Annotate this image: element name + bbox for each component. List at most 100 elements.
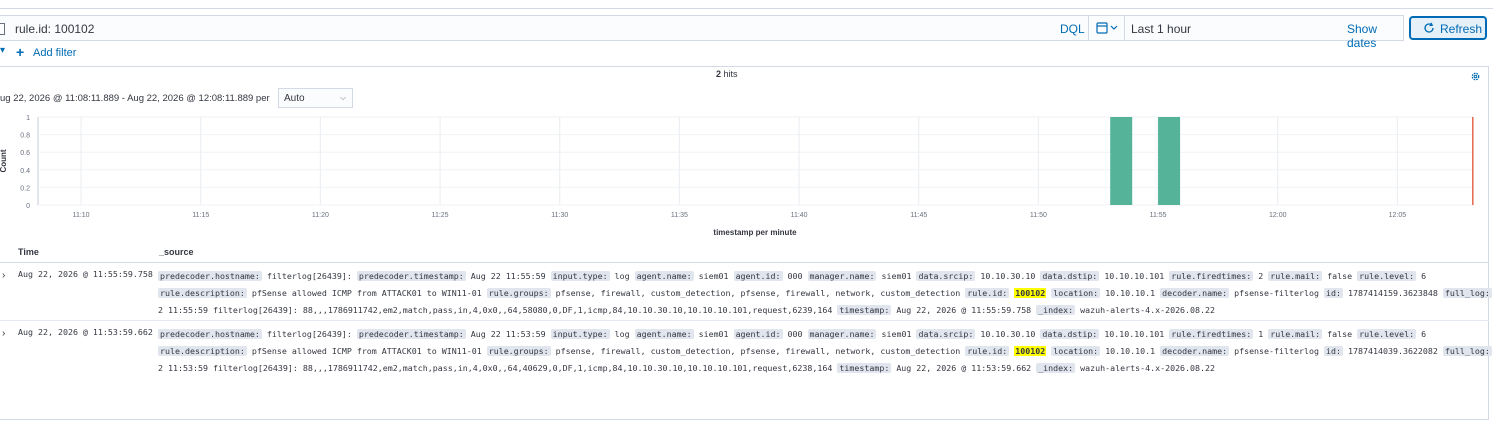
source-line: rule.description: pfSense allowed ICMP f… xyxy=(158,285,1492,302)
x-tick-label: 11:20 xyxy=(312,212,329,219)
top-strip xyxy=(0,0,1493,9)
refresh-icon xyxy=(1423,22,1435,37)
column-header-source[interactable]: _source xyxy=(159,247,194,257)
field-value: 1787414039.3622082 xyxy=(1348,346,1438,356)
field-key: predecoder.timestamp: xyxy=(356,271,466,281)
field-key: agent.name: xyxy=(634,271,694,281)
hits-label: hits xyxy=(723,69,738,79)
source-line: predecoder.hostname: filterlog[26439]: p… xyxy=(158,268,1488,285)
search-input[interactable]: rule.id: 100102 xyxy=(15,22,94,36)
field-key: rule.firedtimes: xyxy=(1169,271,1254,281)
field-key: manager.name: xyxy=(807,329,877,339)
field-key: timestamp: xyxy=(837,305,892,315)
expand-row-icon[interactable]: › xyxy=(2,328,5,339)
interval-value: Auto xyxy=(284,93,305,104)
field-key: data.dstip: xyxy=(1040,329,1100,339)
field-value: false xyxy=(1327,329,1353,339)
expand-row-icon[interactable]: › xyxy=(2,270,5,281)
field-value: 10.10.30.10 xyxy=(980,271,1036,281)
row-time: Aug 22, 2026 @ 11:53:59.662 xyxy=(18,327,153,337)
histogram-chart[interactable]: 0 0.2 0.4 0.6 0.8 1 11:10 11:15 11:20 11:25 11:30 1… xyxy=(0,112,1489,240)
field-key: rule.id: xyxy=(965,288,1010,298)
field-key: rule.description: xyxy=(158,288,247,298)
field-value: 1787414159.3623848 xyxy=(1348,288,1438,298)
refresh-label: Refresh xyxy=(1440,22,1483,36)
source-line: predecoder.hostname: filterlog[26439]: p… xyxy=(158,326,1488,343)
field-key: data.srcip: xyxy=(916,271,976,281)
field-value: pfsense, firewall, custom_detection, pfs… xyxy=(555,346,961,356)
field-key: rule.mail: xyxy=(1268,271,1323,281)
field-value: 2 11:55:59 filterlog[26439]: 88,,,178691… xyxy=(158,305,833,315)
field-key: predecoder.hostname: xyxy=(158,329,262,339)
column-header-time[interactable]: Time xyxy=(18,247,39,257)
field-value: 100102 xyxy=(1014,346,1047,356)
hits-number: 2 xyxy=(716,69,722,79)
field-key: predecoder.hostname: xyxy=(158,271,262,281)
refresh-button[interactable]: Refresh xyxy=(1409,16,1487,40)
field-key: rule.level: xyxy=(1357,271,1417,281)
x-tick-label: 11:10 xyxy=(73,212,90,219)
source-line: 2 11:53:59 filterlog[26439]: 88,,,178691… xyxy=(158,360,1488,377)
field-key: input.type: xyxy=(550,329,610,339)
row-time: Aug 22, 2026 @ 11:55:59.758 xyxy=(18,269,153,279)
field-key: agent.id: xyxy=(733,329,783,339)
field-value: Aug 22, 2026 @ 11:55:59.758 xyxy=(896,305,1032,315)
query-bar: rule.id: 100102 DQL Last 1 hour Show dat… xyxy=(0,15,1404,50)
field-value: 100102 xyxy=(1014,288,1047,298)
field-key: rule.groups: xyxy=(486,346,551,356)
field-key: data.srcip: xyxy=(916,329,976,339)
field-value: 10.10.10.101 xyxy=(1104,271,1165,281)
add-filter-button[interactable]: Add filter xyxy=(33,47,76,59)
field-key: full_log: xyxy=(1442,288,1492,298)
divider xyxy=(1088,16,1089,40)
y-axis-label: Count xyxy=(0,149,8,172)
field-key: decoder.name: xyxy=(1160,288,1230,298)
x-tick-label: 11:30 xyxy=(551,212,568,219)
field-key: id: xyxy=(1324,288,1343,298)
date-range-text: ug 22, 2026 @ 11:08:11.889 - Aug 22, 202… xyxy=(0,93,270,104)
field-key: manager.name: xyxy=(807,271,877,281)
field-key: _index: xyxy=(1036,363,1076,373)
chart-bar xyxy=(1110,117,1133,205)
chevron-down-icon: ⌵ xyxy=(340,93,347,102)
plus-icon: + xyxy=(16,44,25,60)
row-source: predecoder.hostname: filterlog[26439]: p… xyxy=(158,268,1492,319)
chart-bar xyxy=(1158,117,1181,205)
field-value: Aug 22 11:53:59 xyxy=(470,329,546,339)
field-value: filterlog[26439]: xyxy=(266,329,352,339)
field-key: _index: xyxy=(1036,305,1076,315)
field-value: siem01 xyxy=(698,329,729,339)
interval-select[interactable]: Auto ⌵ xyxy=(278,88,353,108)
field-value: 000 xyxy=(787,329,803,339)
field-value: siem01 xyxy=(881,271,912,281)
x-tick-label: 12:00 xyxy=(1269,212,1287,219)
field-value: pfsense, firewall, custom_detection, pfs… xyxy=(555,288,961,298)
y-tick-label: 0.4 xyxy=(20,168,30,175)
field-value: 2 11:53:59 filterlog[26439]: 88,,,178691… xyxy=(158,363,833,373)
field-key: predecoder.timestamp: xyxy=(356,329,466,339)
field-value: siem01 xyxy=(881,329,912,339)
field-key: agent.id: xyxy=(733,271,783,281)
field-value: Aug 22, 2026 @ 11:53:59.662 xyxy=(896,363,1032,373)
calendar-icon[interactable] xyxy=(1096,21,1120,35)
show-dates-button[interactable]: Show dates xyxy=(1347,22,1403,50)
y-tick-label: 0.2 xyxy=(20,185,30,192)
field-key: agent.name: xyxy=(634,329,694,339)
query-language-button[interactable]: DQL xyxy=(1060,22,1085,36)
filter-options-icon[interactable]: ▾ xyxy=(0,45,5,56)
field-key: id: xyxy=(1324,346,1343,356)
x-tick-label: 11:15 xyxy=(192,212,209,219)
y-tick-label: 0.8 xyxy=(20,133,30,140)
x-tick-label: 11:40 xyxy=(791,212,808,219)
x-tick-label: 12:05 xyxy=(1389,212,1407,219)
field-value: 000 xyxy=(787,271,803,281)
field-key: rule.description: xyxy=(158,346,247,356)
field-value: 10.10.10.1 xyxy=(1105,288,1156,298)
field-key: full_log: xyxy=(1442,346,1492,356)
query-menu-icon[interactable] xyxy=(0,23,5,35)
field-value: filterlog[26439]: xyxy=(266,271,352,281)
field-value: 6 xyxy=(1421,271,1427,281)
gear-icon[interactable] xyxy=(1470,69,1481,87)
time-range-selector[interactable]: Last 1 hour xyxy=(1131,22,1191,36)
divider xyxy=(1124,16,1125,40)
